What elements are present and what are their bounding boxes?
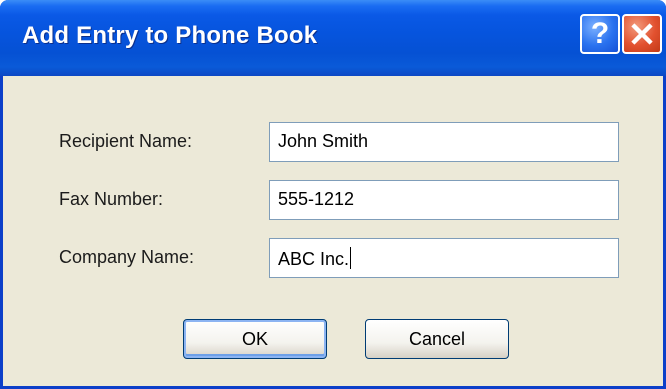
text-caret <box>350 247 352 269</box>
company-name-value: ABC Inc. <box>278 249 350 269</box>
company-name-label: Company Name: <box>59 247 195 267</box>
fax-number-input[interactable]: 555-1212 <box>269 180 619 220</box>
close-icon <box>631 23 653 45</box>
close-button[interactable] <box>622 14 662 54</box>
recipient-name-label: Recipient Name: <box>59 131 193 151</box>
fax-number-label: Fax Number: <box>59 189 164 209</box>
dialog-window: Add Entry to Phone Book ? Recipient Name… <box>0 0 666 389</box>
recipient-name-input[interactable]: John Smith <box>269 122 619 162</box>
help-button[interactable]: ? <box>580 14 620 54</box>
fax-number-value: 555-1212 <box>278 189 355 209</box>
recipient-name-value: John Smith <box>278 131 369 151</box>
cancel-button[interactable]: Cancel <box>365 319 509 359</box>
ok-button[interactable]: OK <box>183 319 327 359</box>
dialog-title: Add Entry to Phone Book <box>22 22 318 49</box>
help-icon: ? <box>590 17 610 50</box>
company-name-input[interactable]: ABC Inc. <box>269 238 619 278</box>
title-bar[interactable]: Add Entry to Phone Book ? <box>0 0 666 76</box>
